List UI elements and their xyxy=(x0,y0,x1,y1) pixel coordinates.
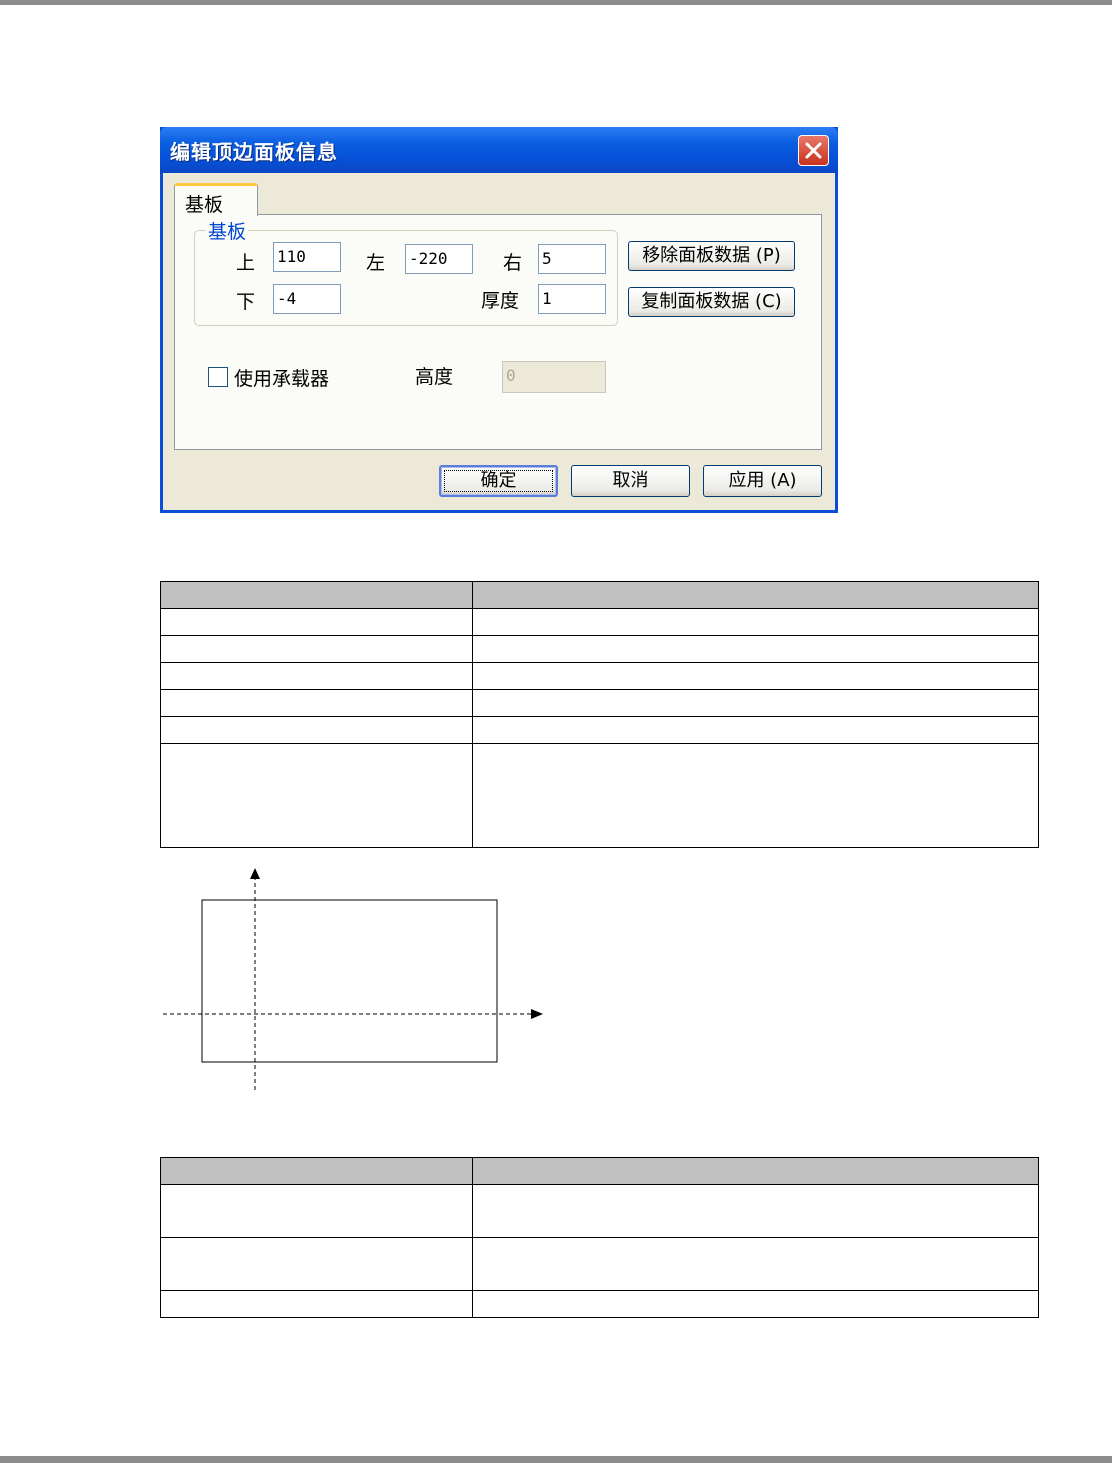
table-cell xyxy=(160,662,473,690)
table-row xyxy=(160,1184,1039,1238)
thickness-input[interactable]: 1 xyxy=(538,284,606,314)
top-label: 上 xyxy=(236,252,256,274)
dialog-client-area: 基板 上 110 左 -220 右 5 下 -4 厚度 1 移除面板数据 (P)… xyxy=(163,173,835,510)
x-axis-arrow-icon xyxy=(531,1009,543,1019)
table-cell xyxy=(160,743,473,848)
copy-panel-data-button[interactable]: 复制面板数据 (C) xyxy=(628,287,795,317)
table-row xyxy=(160,608,1039,636)
group-label: 基板 xyxy=(206,217,249,244)
table-cell xyxy=(160,689,473,717)
table-cell xyxy=(160,581,473,609)
close-button[interactable] xyxy=(798,135,829,166)
table-cell xyxy=(160,1157,473,1185)
height-input[interactable]: 0 xyxy=(502,361,606,393)
table-row xyxy=(160,743,1039,848)
table-row xyxy=(160,716,1039,744)
table-cell xyxy=(160,1184,473,1238)
bottom-input[interactable]: -4 xyxy=(273,284,341,314)
parameter-table-1 xyxy=(160,581,1039,848)
table-row xyxy=(160,1237,1039,1291)
left-input[interactable]: -220 xyxy=(405,244,473,274)
table-row xyxy=(160,635,1039,663)
panel-rect xyxy=(201,899,498,1063)
table-cell xyxy=(472,1237,1039,1291)
table-row xyxy=(160,1290,1039,1318)
left-label: 左 xyxy=(366,252,386,274)
title-bar[interactable]: 编辑顶边面板信息 xyxy=(160,127,838,173)
table-cell xyxy=(160,1237,473,1291)
close-icon xyxy=(805,142,822,159)
ok-button[interactable]: 确定 xyxy=(439,465,558,497)
panel-coordinate-diagram xyxy=(163,868,543,1090)
table-cell xyxy=(472,1184,1039,1238)
table-cell xyxy=(472,608,1039,636)
parameter-table-2 xyxy=(160,1157,1039,1318)
table-cell xyxy=(160,635,473,663)
tab-pane: 基板 上 110 左 -220 右 5 下 -4 厚度 1 移除面板数据 (P)… xyxy=(174,214,822,450)
tab-base-board[interactable]: 基板 xyxy=(174,183,258,216)
table-cell xyxy=(160,1290,473,1318)
height-label: 高度 xyxy=(415,366,454,388)
right-label: 右 xyxy=(503,252,523,274)
y-axis-arrow-icon xyxy=(250,868,260,879)
remove-panel-data-button[interactable]: 移除面板数据 (P) xyxy=(628,241,795,271)
table-cell xyxy=(472,689,1039,717)
top-input[interactable]: 110 xyxy=(273,242,341,272)
edit-top-panel-dialog: 编辑顶边面板信息 基板 上 110 左 -220 右 5 下 -4 厚度 1 移… xyxy=(160,127,838,513)
table-cell xyxy=(472,1157,1039,1185)
page-top-rule xyxy=(0,0,1112,5)
table-cell xyxy=(472,662,1039,690)
table-cell xyxy=(160,716,473,744)
panel-group-box: 基板 上 110 左 -220 右 5 下 -4 厚度 1 xyxy=(194,217,618,326)
apply-button[interactable]: 应用 (A) xyxy=(703,465,822,497)
table-header-row xyxy=(160,1157,1039,1185)
focus-rect xyxy=(444,470,553,492)
table-cell xyxy=(472,1290,1039,1318)
table-cell xyxy=(472,581,1039,609)
table-cell xyxy=(472,743,1039,848)
use-carrier-checkbox[interactable] xyxy=(208,367,228,387)
cancel-button[interactable]: 取消 xyxy=(571,465,690,497)
tab-label: 基板 xyxy=(185,194,224,216)
table-row xyxy=(160,689,1039,717)
table-cell xyxy=(472,635,1039,663)
table-cell xyxy=(472,716,1039,744)
thickness-label: 厚度 xyxy=(481,290,520,312)
right-input[interactable]: 5 xyxy=(538,244,606,274)
table-header-row xyxy=(160,581,1039,609)
table-row xyxy=(160,662,1039,690)
page-bottom-rule xyxy=(0,1456,1112,1463)
bottom-label: 下 xyxy=(236,291,256,313)
table-cell xyxy=(160,608,473,636)
use-carrier-label: 使用承载器 xyxy=(234,368,330,390)
dialog-title: 编辑顶边面板信息 xyxy=(170,140,338,164)
